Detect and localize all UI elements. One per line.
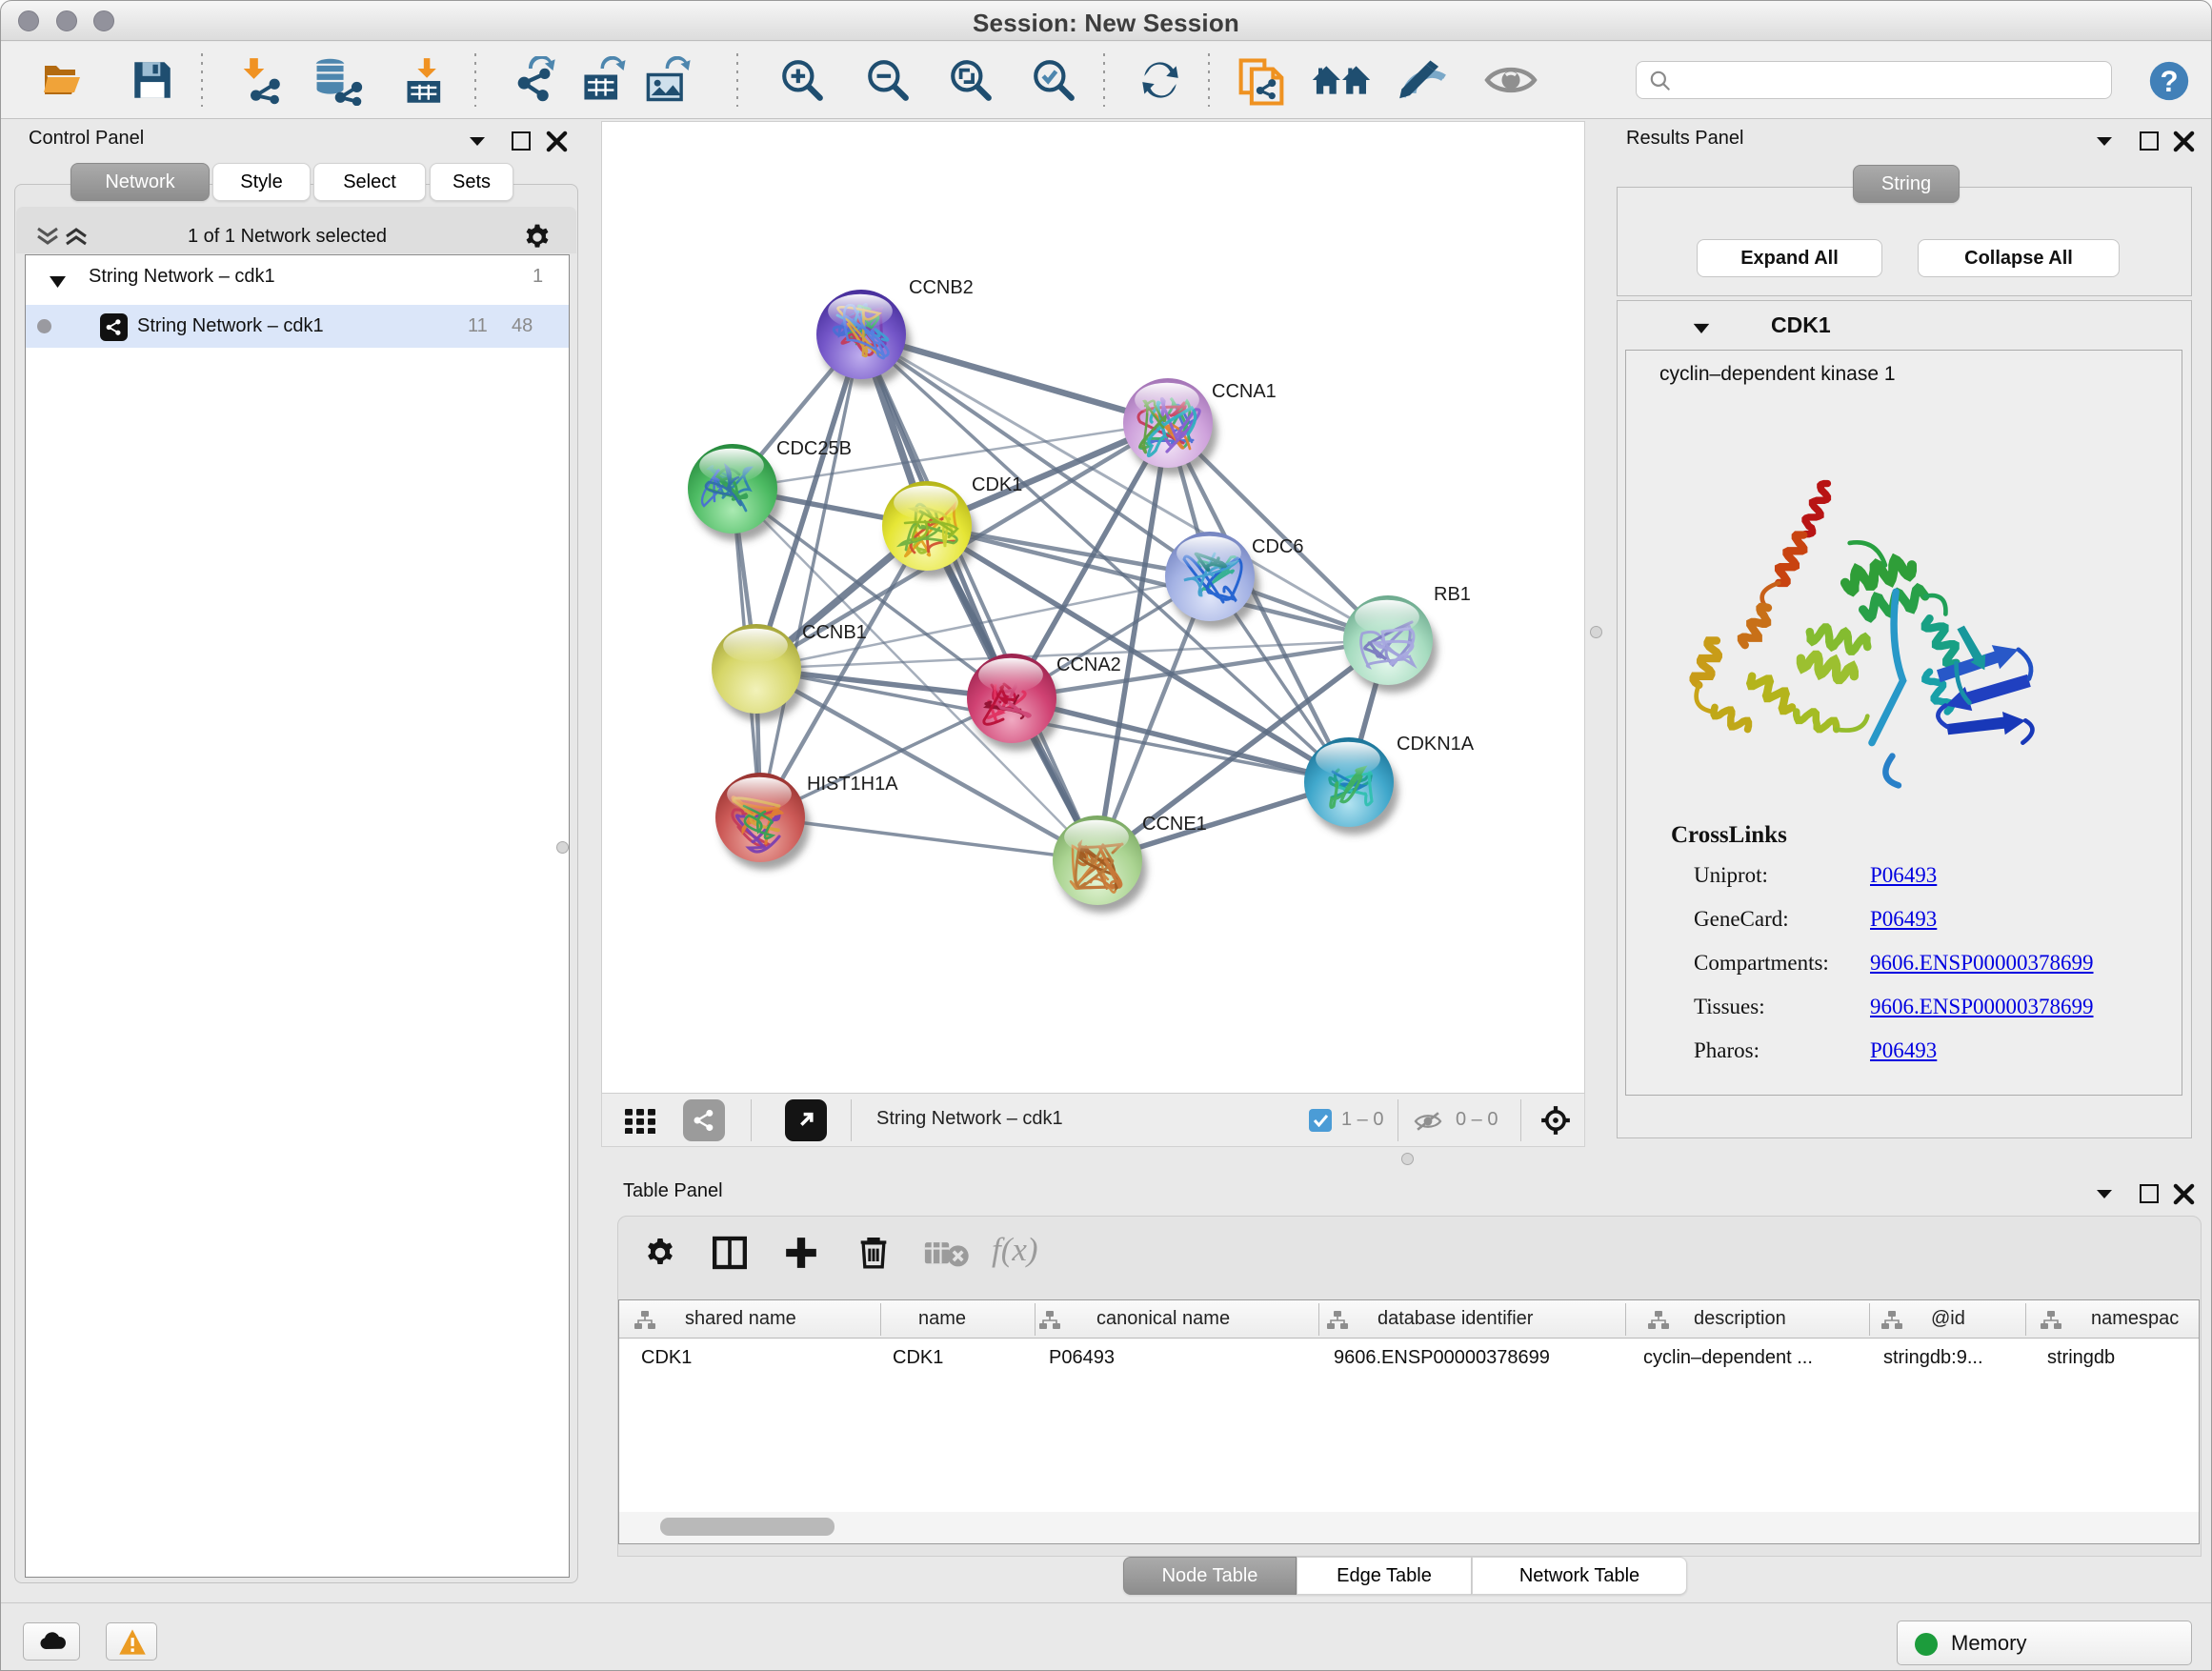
- svg-text:CCNB2: CCNB2: [909, 277, 974, 298]
- svg-text:CCNA2: CCNA2: [1056, 654, 1121, 675]
- svg-text:RB1: RB1: [1434, 584, 1471, 605]
- svg-text:CCNA1: CCNA1: [1212, 381, 1277, 402]
- svg-text:CCNB1: CCNB1: [802, 622, 867, 643]
- svg-text:HIST1H1A: HIST1H1A: [807, 774, 898, 795]
- svg-text:CDC25B: CDC25B: [776, 438, 852, 459]
- svg-text:?: ?: [2160, 65, 2178, 98]
- svg-text:CDK1: CDK1: [972, 474, 1022, 495]
- svg-text:CDC6: CDC6: [1252, 536, 1303, 557]
- svg-text:CCNE1: CCNE1: [1142, 814, 1207, 835]
- svg-text:CDKN1A: CDKN1A: [1397, 734, 1475, 755]
